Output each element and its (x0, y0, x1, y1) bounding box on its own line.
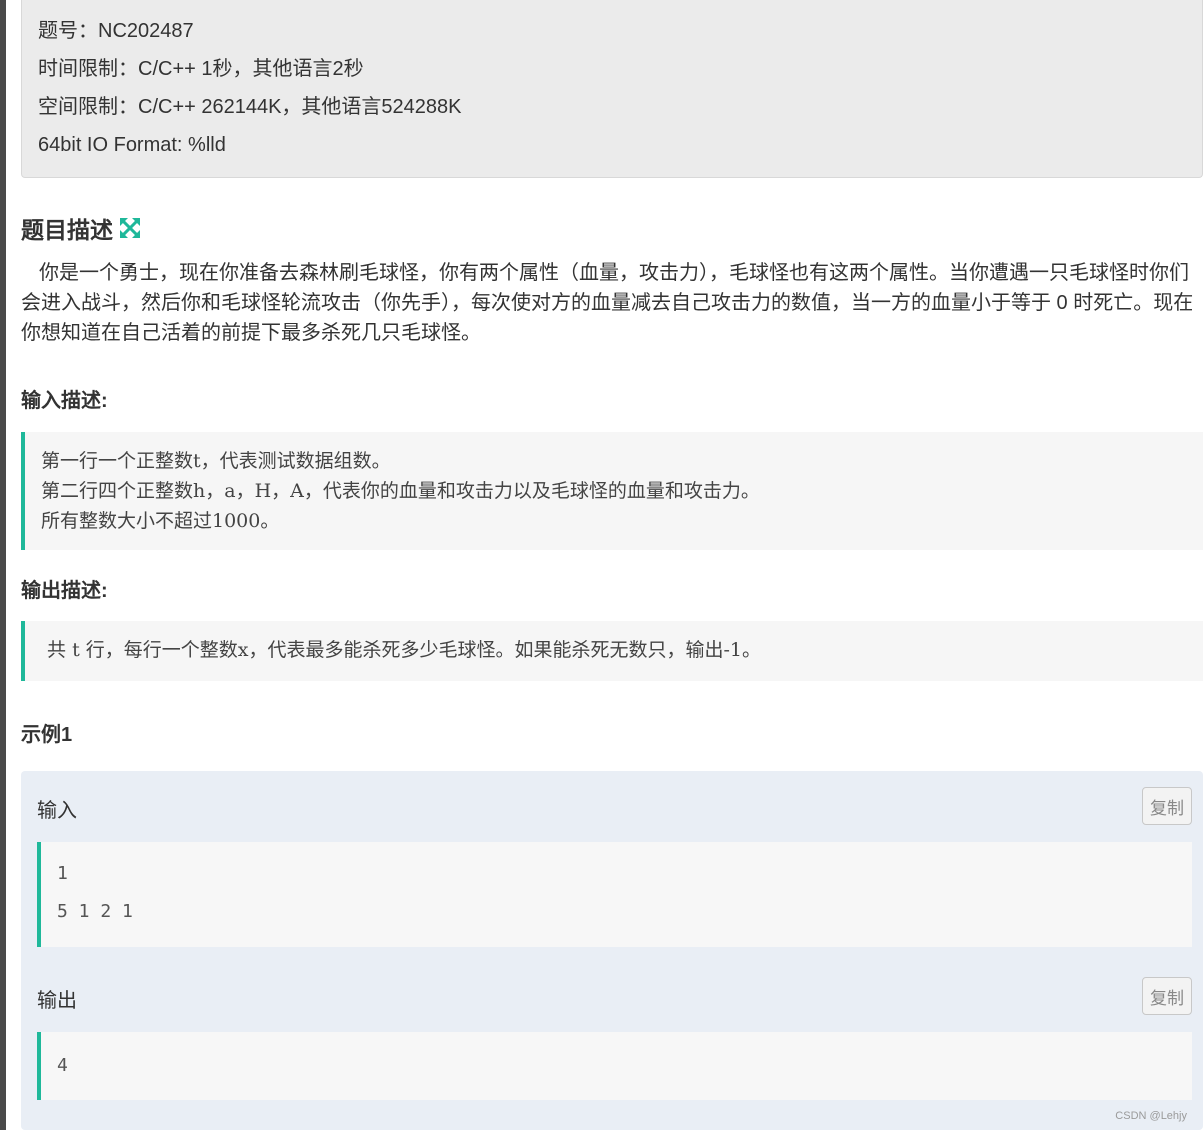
code-line: 4 (57, 1055, 68, 1076)
input-desc-block: 第一行一个正整数t，代表测试数据组数。 第二行四个正整数h，a，H，A，代表你的… (21, 432, 1203, 550)
copy-input-button[interactable]: 复制 (1142, 787, 1192, 825)
input-desc-line: 所有整数大小不超过1000。 (41, 510, 280, 532)
problem-info-box: 题号：NC202487 时间限制：C/C++ 1秒，其他语言2秒 空间限制：C/… (21, 0, 1203, 178)
input-desc-line: 第二行四个正整数h，a，H，A，代表你的血量和攻击力以及毛球怪的血量和攻击力。 (41, 480, 760, 502)
code-line: 1 (57, 863, 68, 884)
copy-output-button[interactable]: 复制 (1142, 977, 1192, 1015)
example-input-label: 输入 (37, 800, 77, 822)
example-input-code[interactable]: 1 5 1 2 1 (37, 842, 1192, 947)
output-desc-block: 共 t 行，每行一个整数x，代表最多能杀死多少毛球怪。如果能杀死无数只，输出-1… (21, 621, 1203, 681)
example-output-label: 输出 (37, 990, 77, 1012)
description-text: 你是一个勇士，现在你准备去森林刷毛球怪，你有两个属性（血量，攻击力），毛球怪也有… (21, 262, 1194, 344)
example-title: 示例1 (21, 724, 73, 746)
watermark: CSDN @Lehjy (1115, 1110, 1187, 1122)
time-limit: 时间限制：C/C++ 1秒，其他语言2秒 (38, 58, 364, 80)
problem-id: 题号：NC202487 (38, 20, 194, 42)
expand-icon[interactable] (119, 217, 141, 239)
code-line: 5 1 2 1 (57, 901, 133, 922)
output-desc-line: 共 t 行，每行一个整数x，代表最多能杀死多少毛球怪。如果能杀死无数只，输出-1… (41, 639, 761, 661)
io-format: 64bit IO Format: %lld (38, 134, 226, 156)
left-border (0, 0, 6, 1130)
example-block: 输入 复制 1 5 1 2 1 输出 复制 4 (21, 771, 1203, 1130)
memory-limit: 空间限制：C/C++ 262144K，其他语言524288K (38, 96, 462, 118)
example-output-code[interactable]: 4 (37, 1032, 1192, 1100)
input-desc-title: 输入描述: (21, 390, 108, 412)
description-heading: 题目描述 (21, 211, 141, 245)
output-desc-title: 输出描述: (21, 580, 108, 602)
input-desc-line: 第一行一个正整数t，代表测试数据组数。 (41, 450, 391, 472)
description-title: 题目描述 (21, 217, 113, 243)
